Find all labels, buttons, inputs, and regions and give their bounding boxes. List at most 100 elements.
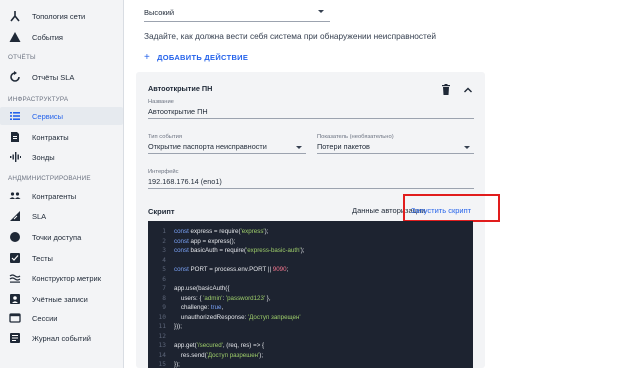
line-number: 10	[158, 313, 166, 321]
sidebar-item-label: Топология сети	[32, 11, 86, 21]
line-number: 4	[162, 256, 166, 264]
sidebar: Топология сети События ОТЧЁТЫ Отчёты SLA…	[0, 0, 124, 368]
main-content: Высокий Задайте, как должна вести себя с…	[124, 0, 641, 368]
sidebar-item-label: Контрагенты	[32, 191, 77, 201]
sidebar-item-probes[interactable]: Зонды	[8, 148, 120, 166]
interface-field[interactable]: Интерфейс 192.168.176.14 (eno1)	[148, 169, 474, 189]
sidebar-item-label: Учётные записи	[32, 294, 88, 304]
sidebar-item-label: События	[32, 32, 63, 42]
section-administration: АНДМИНИСТРИРОВАНИЕ	[8, 175, 91, 182]
topology-icon	[8, 9, 22, 23]
section-reports: ОТЧЁТЫ	[8, 54, 36, 61]
severity-select[interactable]: Высокий	[144, 2, 330, 22]
name-label: Название	[148, 99, 174, 105]
metric-label: Показатель (необязательно)	[317, 134, 394, 140]
code-text: users: { 'admin': 'password123' },	[174, 294, 271, 302]
line-number: 14	[158, 351, 166, 359]
chevron-down-icon	[318, 10, 324, 13]
event-type-select[interactable]: Тип события Открытие паспорта неисправно…	[148, 134, 306, 154]
interface-value: 192.168.176.14 (eno1)	[148, 177, 222, 186]
name-value: Автооткрытие ПН	[148, 107, 208, 116]
add-action-button[interactable]: + ДОБАВИТЬ ДЕЙСТВИЕ	[144, 52, 248, 63]
code-line: 14 res.send('Доступ разрешен');	[148, 351, 473, 361]
sidebar-item-label: Тесты	[32, 253, 53, 263]
code-text: });	[174, 361, 180, 368]
card-title: Автооткрытие ПН	[148, 84, 213, 93]
sidebar-item-metric-builder[interactable]: Конструктор метрик	[8, 269, 120, 287]
sidebar-item-accounts[interactable]: Учётные записи	[8, 290, 120, 308]
code-line: 10 unauthorizedResponse: 'Доступ запреще…	[148, 313, 473, 323]
code-line: 13 app.get('/secured', (req, res) => {	[148, 341, 473, 351]
code-line: 7 app.use(basicAuth({	[148, 284, 473, 294]
sidebar-item-label: Сервисы	[32, 111, 64, 121]
list-icon	[8, 109, 22, 123]
severity-value: Высокий	[144, 8, 175, 17]
code-line: 2 const app = express();	[148, 237, 473, 247]
line-number: 2	[162, 237, 166, 245]
code-text: const basicAuth = require('express-basic…	[174, 247, 305, 254]
event-type-value: Открытие паспорта неисправности	[148, 142, 267, 151]
interface-label: Интерфейс	[148, 169, 179, 175]
code-text: unauthorizedResponse: 'Доступ запрещен'	[174, 313, 301, 321]
line-number: 3	[162, 247, 166, 254]
chevron-down-icon	[464, 146, 470, 149]
section-infrastructure: ИНФРАСТРУКТУРА	[8, 96, 69, 103]
plus-icon: +	[144, 52, 151, 63]
line-number: 7	[162, 285, 166, 292]
code-text: const PORT = process.env.PORT || 9090;	[174, 266, 289, 273]
sidebar-item-counterparties[interactable]: Контрагенты	[8, 187, 120, 205]
journal-icon	[8, 331, 22, 345]
event-type-label: Тип события	[148, 134, 182, 140]
sidebar-item-services[interactable]: Сервисы	[0, 107, 123, 125]
code-text: res.send('Доступ разрешен');	[174, 351, 264, 359]
code-editor[interactable]: 1 const express = require('express'); 2 con…	[148, 221, 473, 368]
code-line: 15});	[148, 360, 473, 368]
sidebar-item-tests[interactable]: Тесты	[8, 249, 120, 267]
sidebar-item-contracts[interactable]: Контракты	[8, 128, 120, 146]
metric-select[interactable]: Показатель (необязательно) Потери пакето…	[317, 134, 474, 154]
metric-value: Потери пакетов	[317, 142, 370, 151]
sidebar-item-sla[interactable]: SLA	[8, 207, 120, 225]
sidebar-item-label: Сессии	[32, 313, 58, 323]
chevron-up-icon[interactable]	[463, 82, 473, 93]
code-line: 5 const PORT = process.env.PORT || 9090;	[148, 265, 473, 275]
sidebar-item-access-points[interactable]: Точки доступа	[8, 228, 120, 246]
line-number: 12	[158, 332, 166, 340]
sidebar-item-topology[interactable]: Топология сети	[8, 7, 120, 25]
sidebar-item-sessions[interactable]: Сессии	[8, 309, 120, 327]
dot-icon	[8, 230, 22, 244]
sidebar-item-sla-reports[interactable]: Отчёты SLA	[8, 68, 120, 86]
sidebar-item-label: Отчёты SLA	[32, 72, 75, 82]
sidebar-item-events[interactable]: События	[8, 28, 120, 46]
run-script-button[interactable]: Запустить скрипт	[403, 194, 500, 222]
code-line: 8 users: { 'admin': 'password123' },	[148, 294, 473, 304]
add-action-label: ДОБАВИТЬ ДЕЙСТВИЕ	[157, 53, 249, 62]
script-label: Скрипт	[148, 207, 175, 216]
code-text: app.get('/secured', (req, res) => {	[174, 342, 265, 349]
document-icon	[8, 130, 22, 144]
code-line: 6	[148, 275, 473, 285]
line-number: 1	[162, 228, 166, 235]
line-number: 5	[162, 266, 166, 273]
name-field[interactable]: Название Автооткрытие ПН	[148, 99, 474, 119]
code-text: challenge: true,	[174, 304, 224, 311]
metric-icon	[8, 271, 22, 285]
code-text: }));	[174, 323, 182, 330]
code-text: const express = require('express');	[174, 228, 269, 235]
sidebar-item-event-journal[interactable]: Журнал событий	[8, 329, 120, 347]
people-icon	[8, 189, 22, 203]
probe-icon	[8, 150, 22, 164]
line-number: 6	[162, 275, 166, 283]
warning-icon	[8, 30, 22, 44]
line-number: 15	[158, 361, 166, 368]
chevron-down-icon	[296, 146, 302, 149]
sla-icon	[8, 209, 22, 223]
sidebar-item-label: Журнал событий	[32, 333, 91, 343]
trash-icon[interactable]	[442, 82, 450, 95]
account-icon	[8, 292, 22, 306]
code-line: 4	[148, 256, 473, 266]
line-number: 9	[162, 304, 166, 311]
test-icon	[8, 251, 22, 265]
code-line: 11}));	[148, 322, 473, 332]
sidebar-item-label: Конструктор метрик	[32, 273, 102, 283]
